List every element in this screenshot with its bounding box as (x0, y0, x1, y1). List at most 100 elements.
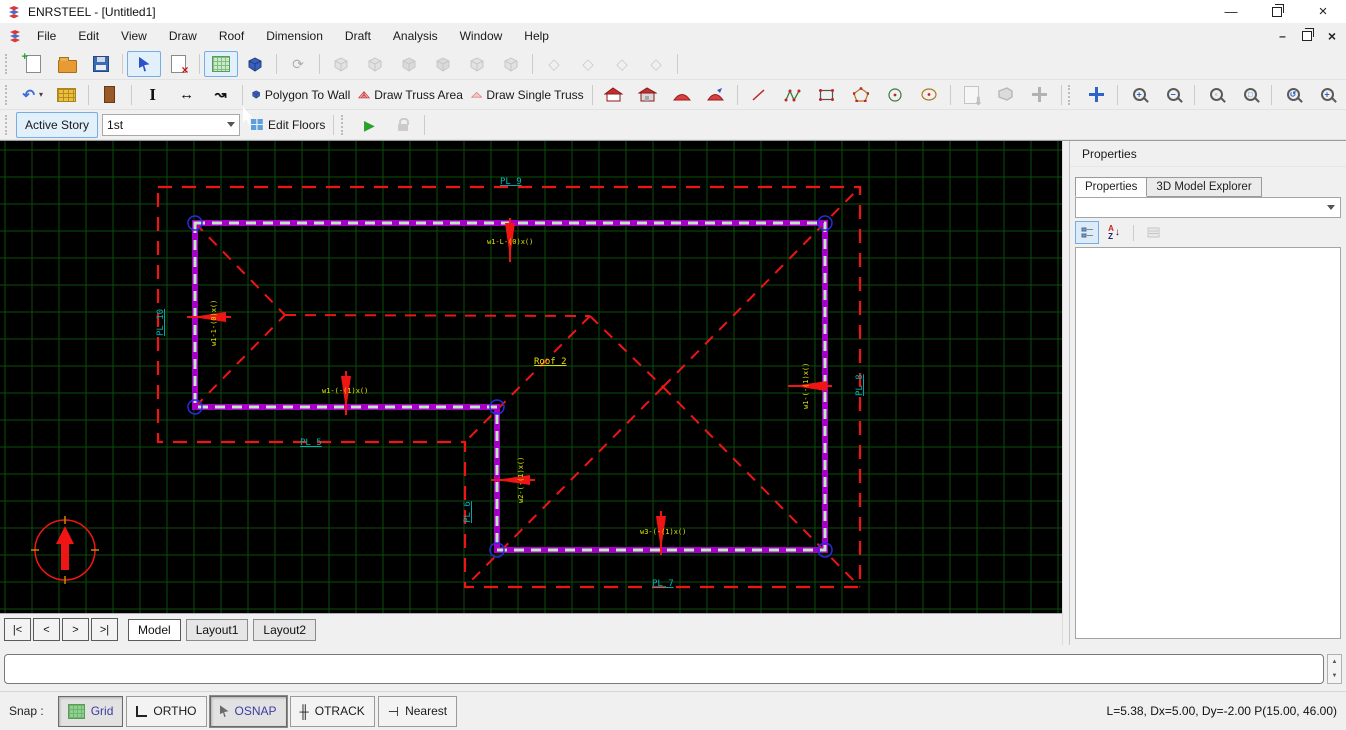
select-tool-button[interactable] (127, 51, 161, 77)
roof-hip-button[interactable] (597, 82, 631, 108)
roof-gable-button[interactable] (631, 82, 665, 108)
view-right-button[interactable] (426, 51, 460, 77)
leader-tool-button[interactable]: ↝ (204, 82, 238, 108)
drawing-canvas[interactable]: PL_9 PL_10 PL_5 PL_6 PL_7 PL_8 Roof_2 w1-L-(0)x… (0, 141, 1062, 613)
beam-tool-button[interactable]: I (136, 82, 170, 108)
view-back-button[interactable] (358, 51, 392, 77)
menu-file[interactable]: File (26, 25, 67, 47)
spin-down-button[interactable]: ▼ (1328, 669, 1341, 683)
view-left-button[interactable] (392, 51, 426, 77)
close-button[interactable]: × (1300, 0, 1346, 23)
toolbar-grip[interactable] (5, 84, 11, 105)
orbit-view-button[interactable]: ⟳ (281, 51, 315, 77)
zoom-realtime-button[interactable]: + (1310, 82, 1344, 108)
draw-line-button[interactable] (742, 82, 776, 108)
open-file-button[interactable] (50, 51, 84, 77)
draw-ellipse-button[interactable] (912, 82, 946, 108)
toolbar-grip[interactable] (341, 114, 347, 135)
spin-up-button[interactable]: ▲ (1328, 655, 1341, 669)
categorized-button[interactable] (1075, 221, 1099, 244)
draw-circle-button[interactable] (878, 82, 912, 108)
zoom-extents-button[interactable]: □ (1233, 82, 1267, 108)
draw-single-truss-button[interactable]: Draw Single Truss (467, 82, 588, 108)
swap-model-button[interactable] (989, 82, 1023, 108)
properties-grid[interactable] (1075, 247, 1341, 639)
iso-view-sw-button[interactable]: ◇ (537, 51, 571, 77)
menu-dimension[interactable]: Dimension (255, 25, 334, 47)
lock-button[interactable] (386, 112, 420, 138)
orbit-icon: ⟳ (292, 55, 304, 72)
grid-toggle[interactable]: Grid (57, 695, 124, 727)
draw-rectangle-button[interactable] (810, 82, 844, 108)
sheet-next-button[interactable]: > (62, 618, 89, 641)
zoom-out-button[interactable]: − (1156, 82, 1190, 108)
draw-wall-button[interactable] (50, 82, 84, 108)
menu-roof[interactable]: Roof (208, 25, 255, 47)
toolbar-grip[interactable] (1068, 84, 1074, 105)
osnap-toggle[interactable]: OSNAP (209, 695, 287, 727)
menu-view[interactable]: View (110, 25, 158, 47)
run-analysis-button[interactable]: ▶ (352, 112, 386, 138)
move-button[interactable] (1023, 82, 1057, 108)
menu-draw[interactable]: Draw (158, 25, 208, 47)
draw-polygon-button[interactable] (844, 82, 878, 108)
zoom-in-button[interactable]: + (1122, 82, 1156, 108)
mdi-close-button[interactable]: × (1328, 28, 1336, 44)
menu-window[interactable]: Window (449, 25, 514, 47)
sheet-last-button[interactable]: >| (91, 618, 118, 641)
zoom-previous-button[interactable]: ↺ (1276, 82, 1310, 108)
osnap-toggle-label: OSNAP (234, 704, 277, 718)
active-story-button[interactable]: Active Story (16, 111, 99, 138)
undo-button[interactable]: ↶ ▾ (16, 82, 50, 108)
minimize-button[interactable]: — (1208, 0, 1254, 23)
export-button[interactable]: ⇓ (955, 82, 989, 108)
restore-button[interactable] (1254, 0, 1300, 23)
menu-draft[interactable]: Draft (334, 25, 382, 47)
draw-polyline-button[interactable] (776, 82, 810, 108)
menu-edit[interactable]: Edit (67, 25, 110, 47)
story-select[interactable]: 1st (102, 113, 241, 136)
sheet-first-button[interactable]: |< (4, 618, 31, 641)
panel-splitter[interactable] (1062, 141, 1069, 645)
mdi-minimize-button[interactable]: – (1279, 29, 1286, 43)
view-bottom-button[interactable] (494, 51, 528, 77)
draw-door-button[interactable] (93, 82, 127, 108)
sheet-prev-button[interactable]: < (33, 618, 60, 641)
iso-view-nw-button[interactable]: ◇ (639, 51, 673, 77)
ortho-toggle[interactable]: ORTHO (126, 695, 207, 727)
roof-arc-button[interactable] (665, 82, 699, 108)
play-icon: ▶ (364, 116, 375, 133)
toolbar-grip[interactable] (5, 54, 11, 74)
tab-properties[interactable]: Properties (1075, 177, 1148, 197)
save-file-button[interactable] (84, 51, 118, 77)
nearest-toggle[interactable]: ⊣ Nearest (377, 695, 458, 727)
zoom-window-button[interactable]: ▫ (1199, 82, 1233, 108)
polygon-to-wall-button[interactable]: Polygon To Wall (247, 82, 355, 108)
draw-truss-area-button[interactable]: Draw Truss Area (354, 82, 467, 108)
command-input[interactable] (4, 654, 1324, 684)
edit-floors-button[interactable]: Edit Floors (246, 112, 329, 138)
menu-help[interactable]: Help (513, 25, 560, 47)
delete-button[interactable]: × (161, 51, 195, 77)
iso-view-ne-button[interactable]: ◇ (605, 51, 639, 77)
iso-view-se-button[interactable]: ◇ (571, 51, 605, 77)
mdi-restore-button[interactable] (1301, 28, 1314, 41)
tab-3d-model-explorer[interactable]: 3D Model Explorer (1146, 177, 1262, 197)
toolbar-grip[interactable] (5, 114, 11, 135)
alphabetical-sort-button[interactable]: A Z ↓ (1102, 221, 1126, 244)
tab-layout1[interactable]: Layout1 (185, 618, 249, 641)
object-select-combo[interactable] (1075, 197, 1341, 218)
property-pages-button[interactable] (1141, 221, 1165, 244)
pan-button[interactable] (1079, 82, 1113, 108)
tab-layout2[interactable]: Layout2 (253, 618, 317, 641)
new-file-button[interactable]: + (16, 51, 50, 77)
view-top-button[interactable] (460, 51, 494, 77)
view-2d-plan-button[interactable] (204, 51, 238, 77)
dimension-tool-button[interactable]: ↔ (170, 82, 204, 108)
tab-model[interactable]: Model (128, 618, 181, 641)
menu-analysis[interactable]: Analysis (382, 25, 449, 47)
view-3d-button[interactable] (238, 51, 272, 77)
view-front-button[interactable] (324, 51, 358, 77)
otrack-toggle[interactable]: ╫ OTRACK (289, 695, 375, 727)
roof-edit-button[interactable] (699, 82, 733, 108)
